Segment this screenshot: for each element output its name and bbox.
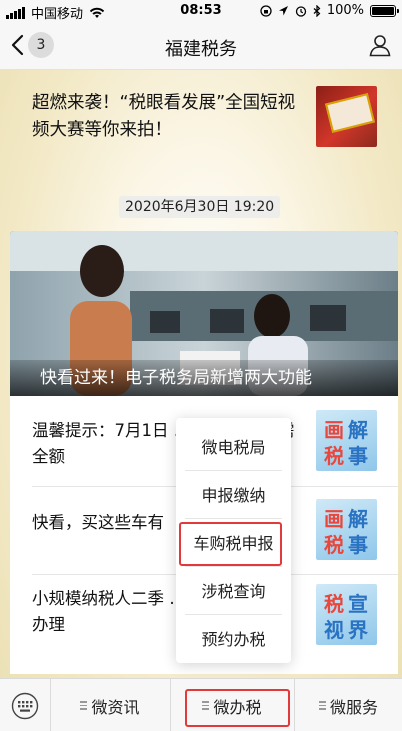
- tab-services-label: 微服务: [329, 697, 378, 717]
- article-thumbnail: [316, 86, 377, 147]
- menu-lines-icon: [318, 701, 326, 710]
- battery-percent: 100%: [326, 3, 364, 18]
- keyboard-icon[interactable]: [11, 692, 39, 720]
- list-item-thumbnail: 税 宣 视 界: [316, 584, 377, 645]
- highlight-box-tax-tab: [185, 689, 290, 727]
- tab-services[interactable]: 微服务: [295, 679, 402, 731]
- feature-article[interactable]: 快看过来！电子税务局新增两大功能: [10, 231, 398, 396]
- menu-item-appointment[interactable]: 预约办税: [176, 614, 291, 662]
- nav-bar: 3 福建税务: [0, 22, 402, 70]
- page-title: 福建税务: [165, 39, 237, 60]
- article-card-top[interactable]: 超燃来袭！“税眼看发展”全国短视频大赛等你来拍！: [10, 71, 398, 162]
- list-item-thumbnail: 画 解 税 事: [316, 410, 377, 471]
- list-item-thumbnail: 画 解 税 事: [316, 499, 377, 560]
- menu-lines-icon: [80, 701, 88, 710]
- tab-news-label: 微资讯: [91, 697, 140, 717]
- navigation-icon: [278, 5, 288, 15]
- alarm-icon: [295, 5, 306, 17]
- user-profile-icon[interactable]: [368, 33, 392, 57]
- message-timestamp: 2020年6月30日 19:20: [119, 196, 281, 218]
- bluetooth-icon: [313, 4, 321, 17]
- status-bar: 中国移动 08:53 100%: [0, 0, 402, 22]
- menu-item-filing-payment[interactable]: 申报缴纳: [176, 470, 291, 518]
- feature-caption: 快看过来！电子税务局新增两大功能: [10, 360, 398, 396]
- article-title: 超燃来袭！“税眼看发展”全国短视频大赛等你来拍！: [32, 92, 296, 140]
- list-item-title: 快看，买这些车有: [32, 513, 164, 532]
- menu-item-tax-inquiry[interactable]: 涉税查询: [176, 566, 291, 614]
- lock-rotation-icon: [260, 4, 272, 17]
- battery-icon: [370, 4, 399, 17]
- tab-news[interactable]: 微资讯: [51, 679, 169, 731]
- highlight-box-vehicle-tax: [179, 522, 282, 566]
- menu-item-e-tax-bureau[interactable]: 微电税局: [176, 422, 291, 470]
